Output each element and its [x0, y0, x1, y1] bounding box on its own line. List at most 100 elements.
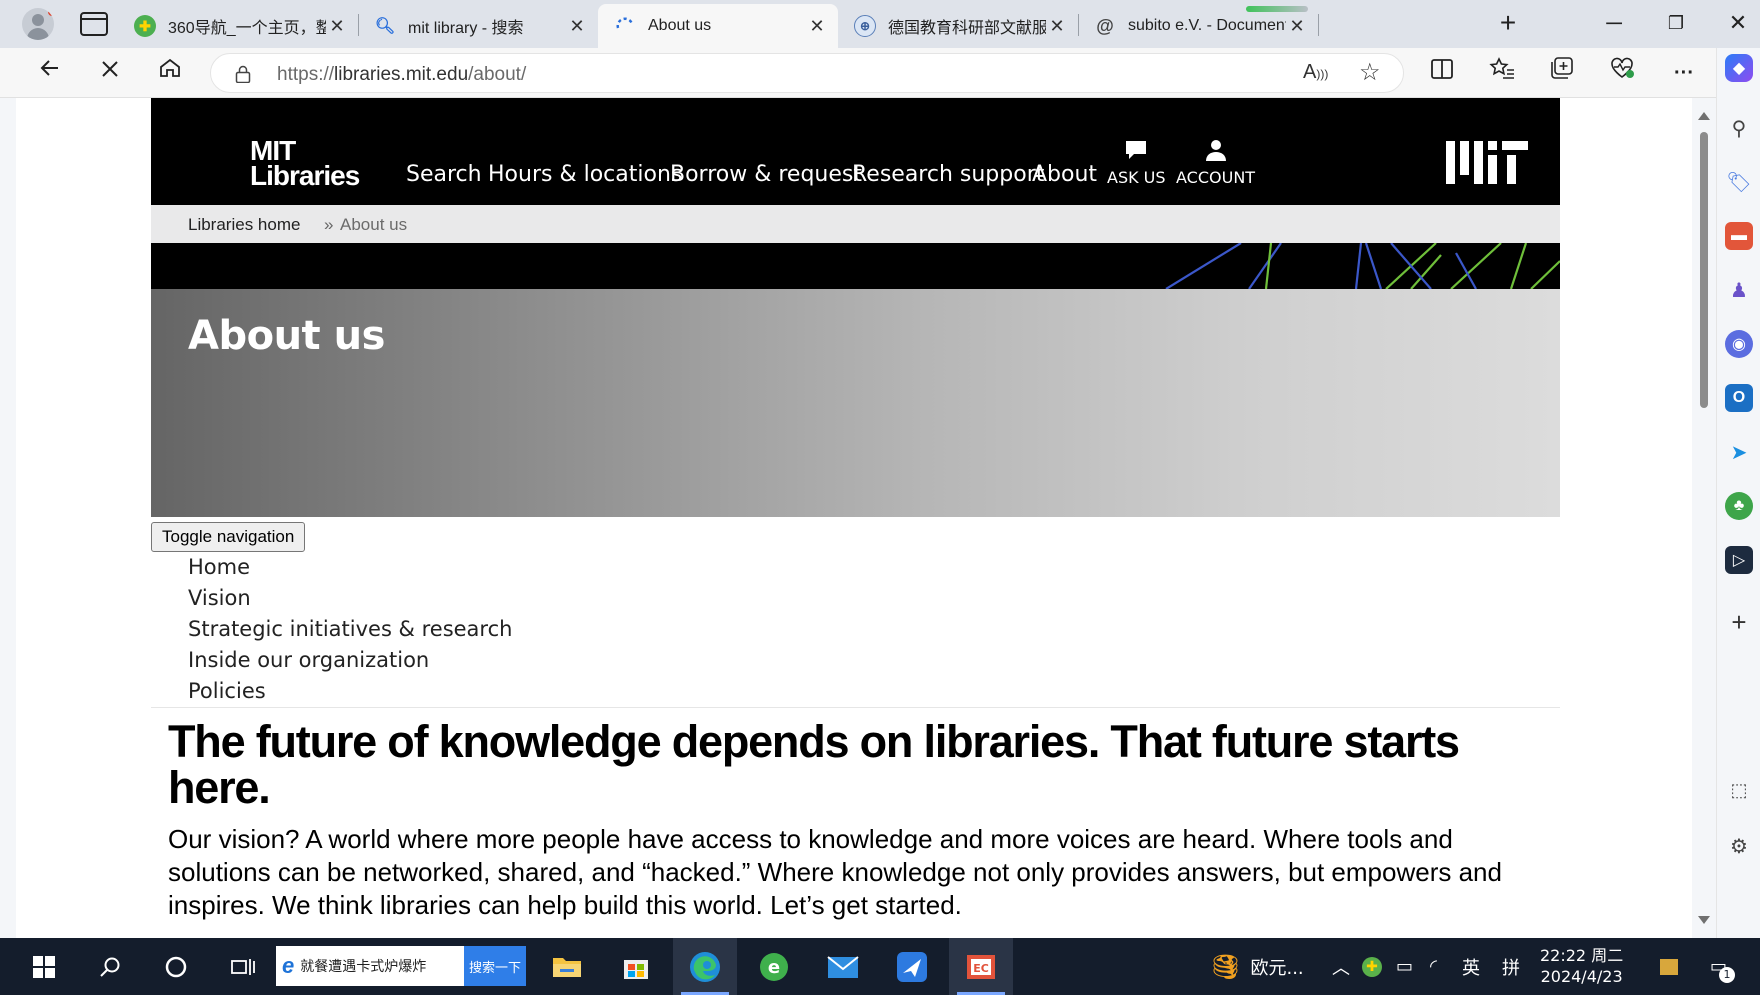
- start-button[interactable]: [12, 938, 76, 995]
- windows-taskbar: e 就餐遭遇卡式炉爆炸 搜索一下 e EC 🥞︎ 欧元... ︿ ✚ ▭ ◜ 英…: [0, 938, 1760, 995]
- browser-essentials-button[interactable]: [1604, 56, 1640, 90]
- close-tab-icon[interactable]: ✕: [806, 16, 828, 37]
- taskbar-search-button[interactable]: [78, 938, 142, 995]
- close-tab-icon[interactable]: ✕: [1286, 16, 1308, 37]
- nav-search[interactable]: Search: [406, 162, 482, 187]
- file-explorer-button[interactable]: [535, 938, 599, 995]
- mail-button[interactable]: [811, 938, 875, 995]
- action-center-button[interactable]: ▭ 1: [1710, 938, 1736, 995]
- tab-german-education-ministry[interactable]: ⊕ 德国教育科研部文献服务 ✕: [838, 4, 1078, 48]
- microsoft-365-icon[interactable]: ◉: [1725, 330, 1753, 358]
- cortana-circle-icon: [165, 956, 187, 977]
- mit-libraries-logo[interactable]: MIT Libraries: [250, 137, 360, 190]
- svg-text:e: e: [768, 957, 780, 978]
- close-tab-icon[interactable]: ✕: [326, 16, 348, 37]
- drop-app-icon[interactable]: ▷: [1725, 546, 1753, 574]
- bird-app-icon: [897, 951, 927, 982]
- breadcrumb: Libraries home » About us: [151, 205, 1560, 243]
- 360-browser-button[interactable]: e: [742, 938, 806, 995]
- nav-about[interactable]: About: [1032, 162, 1097, 187]
- gear-icon[interactable]: ⚙: [1725, 832, 1753, 860]
- show-hidden-icons-button[interactable]: ︿: [1332, 938, 1350, 995]
- tray-note-icon[interactable]: [1660, 938, 1678, 995]
- tree-app-icon[interactable]: ♣: [1725, 492, 1753, 520]
- taskbar-clock[interactable]: 22:22 周二 2024/4/23: [1540, 945, 1623, 987]
- wps-presentation-button[interactable]: EC: [949, 938, 1013, 995]
- scroll-down-arrow-icon[interactable]: [1698, 916, 1710, 924]
- tab-about-us[interactable]: About us ✕: [598, 4, 838, 48]
- favorite-star-icon[interactable]: ☆: [1359, 58, 1381, 87]
- tab-actions-icon[interactable]: [80, 12, 108, 36]
- screenshot-icon[interactable]: ⬚: [1725, 776, 1753, 804]
- taskbar-news-search[interactable]: e 就餐遭遇卡式炉爆炸 搜索一下: [276, 946, 526, 986]
- subnav-strategic-initiatives[interactable]: Strategic initiatives & research: [188, 614, 512, 645]
- ime-mode-label: 拼: [1502, 957, 1520, 979]
- new-tab-button[interactable]: +: [1492, 8, 1524, 40]
- tab-360-nav[interactable]: ✚ 360导航_一个主页，整个 ✕: [118, 4, 358, 48]
- nav-research-support[interactable]: Research support: [852, 162, 1044, 187]
- back-arrow-icon: [40, 60, 58, 76]
- address-bar[interactable]: https://libraries.mit.edu/about/ A))) ☆: [210, 53, 1404, 93]
- close-window-button[interactable]: ✕: [1718, 8, 1758, 40]
- back-button[interactable]: [32, 56, 68, 90]
- copilot-icon[interactable]: ◆: [1725, 54, 1753, 82]
- subnav-home[interactable]: Home: [188, 552, 512, 583]
- favorites-list-icon: [1489, 57, 1514, 79]
- close-tab-icon[interactable]: ✕: [1046, 16, 1068, 37]
- account-link[interactable]: ACCOUNT: [1176, 138, 1255, 187]
- scroll-up-arrow-icon[interactable]: [1698, 112, 1710, 120]
- edge-taskbar-button[interactable]: [673, 938, 737, 995]
- nav-hours-locations[interactable]: Hours & locations: [488, 162, 682, 187]
- restore-button[interactable]: ❐: [1656, 8, 1696, 40]
- page-scrollbar[interactable]: [1692, 98, 1716, 938]
- send-plane-icon[interactable]: ➤: [1725, 438, 1753, 466]
- games-chess-icon[interactable]: ♟: [1725, 276, 1753, 304]
- notification-dot: [48, 8, 54, 16]
- windows-logo-icon: [33, 955, 55, 978]
- shopping-tag-icon[interactable]: 🏷︎: [1725, 168, 1753, 196]
- cortana-button[interactable]: [144, 938, 208, 995]
- browser-toolbar: https://libraries.mit.edu/about/ A))) ☆ …: [0, 48, 1760, 98]
- tools-briefcase-icon[interactable]: ▬: [1725, 222, 1753, 250]
- favorites-button[interactable]: [1484, 56, 1520, 90]
- search-icon[interactable]: ⚲: [1725, 114, 1753, 142]
- subnav-vision[interactable]: Vision: [188, 583, 512, 614]
- user-icon: [1205, 140, 1226, 161]
- tray-app-item[interactable]: 🥞︎ 欧元...: [1210, 938, 1304, 995]
- tray-360-icon[interactable]: ✚: [1362, 938, 1382, 995]
- scrollbar-thumb[interactable]: [1700, 132, 1708, 408]
- ask-us-link[interactable]: ASK US: [1107, 138, 1166, 187]
- presentation-app-icon: EC: [967, 954, 995, 979]
- profile-avatar[interactable]: [22, 8, 54, 40]
- mit-logo-icon[interactable]: [1446, 141, 1528, 184]
- tab-mit-library-search[interactable]: 🔍︎ mit library - 搜索 ✕: [358, 4, 598, 48]
- page-title: About us: [188, 313, 385, 359]
- task-view-button[interactable]: [210, 938, 274, 995]
- home-button[interactable]: [152, 56, 188, 90]
- ime-mode-indicator[interactable]: 拼: [1502, 938, 1520, 995]
- subnav-inside-organization[interactable]: Inside our organization: [188, 645, 512, 676]
- battery-indicator[interactable]: ▭: [1396, 938, 1413, 995]
- outlook-icon[interactable]: O: [1725, 384, 1753, 412]
- feishu-button[interactable]: [880, 938, 944, 995]
- sticky-note-icon: [1660, 958, 1678, 975]
- wifi-icon: ◜: [1430, 956, 1437, 977]
- minimize-button[interactable]: ─: [1594, 8, 1634, 40]
- stop-loading-button[interactable]: [92, 56, 128, 90]
- settings-more-button[interactable]: ···: [1666, 56, 1702, 90]
- subnav-policies[interactable]: Policies: [188, 676, 512, 707]
- close-tab-icon[interactable]: ✕: [566, 16, 588, 37]
- split-screen-button[interactable]: [1424, 56, 1460, 90]
- add-sidebar-app-icon[interactable]: +: [1725, 607, 1753, 637]
- mail-envelope-icon: [827, 955, 859, 978]
- breadcrumb-home-link[interactable]: Libraries home: [188, 215, 300, 235]
- read-aloud-icon[interactable]: A))): [1303, 61, 1328, 84]
- taskbar-search-go-button[interactable]: 搜索一下: [464, 946, 526, 986]
- nav-borrow-request[interactable]: Borrow & request: [670, 162, 862, 187]
- collections-button[interactable]: [1544, 56, 1580, 90]
- network-indicator[interactable]: ◜: [1430, 938, 1437, 995]
- toggle-navigation-button[interactable]: Toggle navigation: [151, 522, 306, 552]
- microsoft-store-button[interactable]: [604, 938, 668, 995]
- ime-language-indicator[interactable]: 英: [1462, 938, 1480, 995]
- currency-app-icon: 🥞︎: [1210, 952, 1241, 981]
